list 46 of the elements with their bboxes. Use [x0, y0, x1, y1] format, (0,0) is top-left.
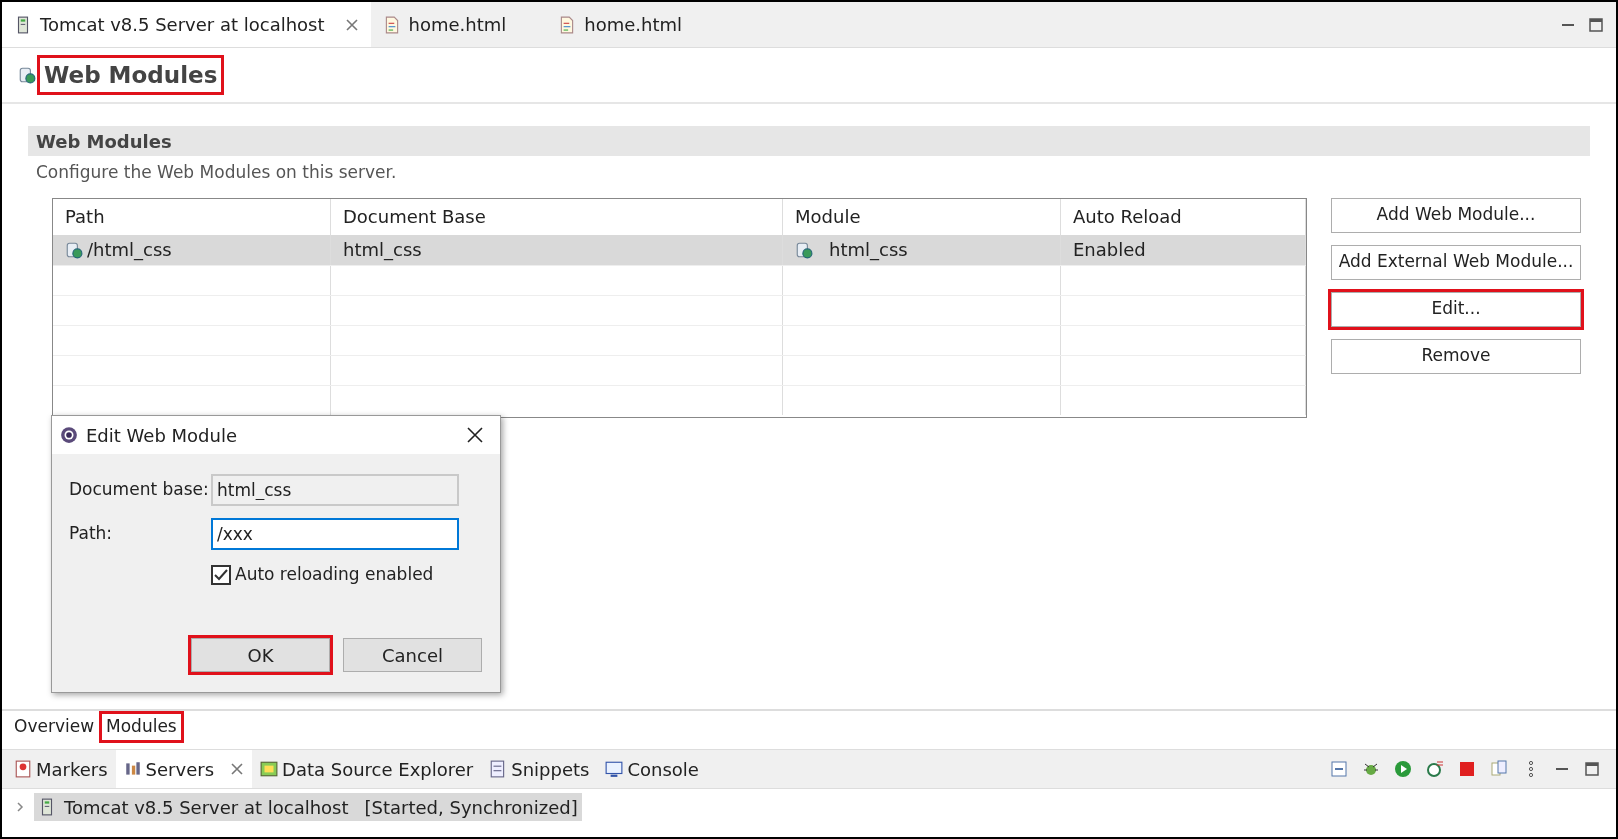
- table-cell-text: html_css: [343, 238, 422, 263]
- text-field[interactable]: html_css: [211, 474, 459, 506]
- view-tab[interactable]: Console: [597, 750, 707, 788]
- markers-icon: [14, 760, 32, 778]
- maximize-icon[interactable]: [1584, 761, 1600, 777]
- view-tab[interactable]: Data Source Explorer: [252, 750, 482, 788]
- side-button[interactable]: Add Web Module...: [1331, 197, 1581, 233]
- column-header[interactable]: Path: [53, 198, 331, 235]
- collapse-icon[interactable]: [1330, 760, 1348, 778]
- section-description: Configure the Web Modules on this server.: [35, 161, 398, 184]
- table-row[interactable]: /html_css html_css html_css Enabled: [53, 234, 1306, 265]
- side-button[interactable]: Remove: [1331, 338, 1581, 374]
- table-cell-text: html_css: [829, 238, 908, 263]
- checkbox-label: Auto reloading enabled: [235, 563, 434, 586]
- page-title: Web Modules: [40, 57, 222, 93]
- column-header[interactable]: Auto Reload: [1061, 198, 1306, 235]
- side-button[interactable]: Add External Web Module...: [1331, 244, 1581, 280]
- checkbox[interactable]: [211, 564, 231, 585]
- column-header[interactable]: Document Base: [331, 198, 783, 235]
- editor-page-tab[interactable]: Overview: [10, 714, 99, 740]
- view-tab[interactable]: Servers: [115, 750, 252, 788]
- table-cell-text: Enabled: [1073, 238, 1146, 262]
- view-tab[interactable]: Snippets: [481, 750, 598, 788]
- view-tab[interactable]: Markers: [6, 750, 116, 788]
- module-icon: [795, 240, 813, 259]
- field-label: Document base:: [69, 478, 210, 502]
- play-icon[interactable]: [1394, 760, 1412, 778]
- field-label: Path:: [69, 522, 114, 546]
- server-name: Tomcat v8.5 Server at localhost: [64, 795, 349, 820]
- side-button[interactable]: Edit...: [1331, 291, 1581, 327]
- editor-page-tab[interactable]: Modules: [102, 714, 181, 740]
- section-title: Web Modules: [28, 126, 1590, 156]
- module-icon: [18, 66, 36, 84]
- column-header[interactable]: Module: [783, 198, 1061, 235]
- server-status: [Started, Synchronized]: [364, 795, 578, 820]
- module-icon: [65, 240, 83, 259]
- table-cell-text: /html_css: [87, 238, 172, 263]
- editor-tab[interactable]: Tomcat v8.5 Server at localhost: [2, 2, 371, 47]
- dialog-button[interactable]: OK: [191, 638, 330, 672]
- dialog-title: Edit Web Module: [86, 423, 238, 448]
- text-field[interactable]: /xxx: [211, 518, 459, 550]
- stop-icon[interactable]: [1458, 760, 1476, 778]
- maximize-icon[interactable]: [1588, 16, 1604, 33]
- console-icon: [605, 760, 624, 778]
- server-item[interactable]: Tomcat v8.5 Server at localhost [Started, Synchronized]: [34, 793, 582, 821]
- dialog-button[interactable]: Cancel: [343, 638, 482, 672]
